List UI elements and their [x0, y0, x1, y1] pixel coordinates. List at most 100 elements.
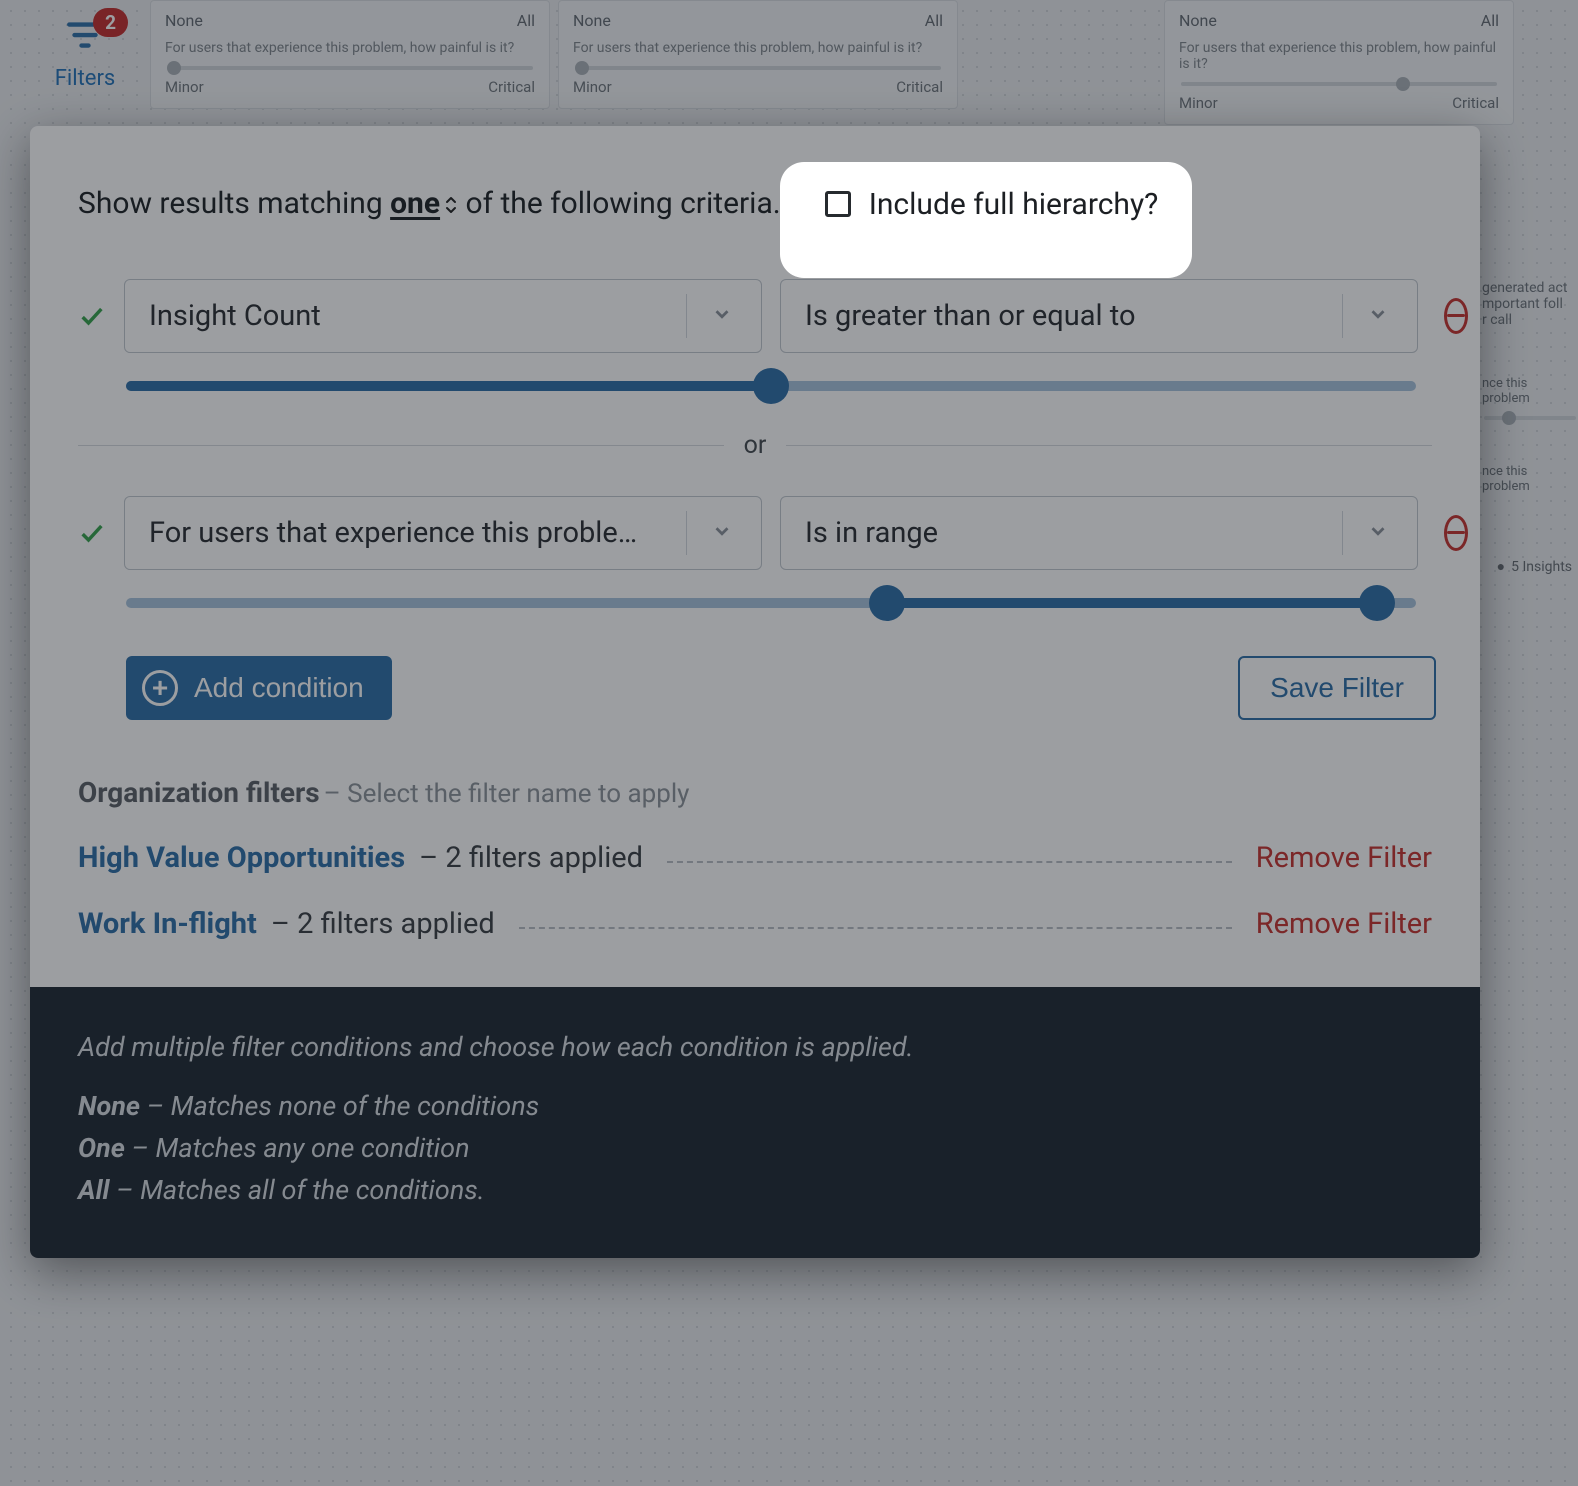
bg-fragment-slider — [1484, 416, 1576, 420]
chevron-down-icon — [711, 516, 733, 550]
match-mode-suffix: of the following criteria. — [458, 186, 781, 221]
bg-card-bottom-left: Minor — [573, 78, 612, 96]
save-filter-button[interactable]: Save Filter — [1238, 656, 1436, 720]
match-mode-prefix: Show results matching — [78, 186, 390, 221]
condition-operator-select[interactable]: Is in range — [780, 496, 1418, 570]
slider-thumb-low[interactable] — [869, 585, 905, 621]
org-filter-row: High Value Opportunities – 2 filters app… — [78, 841, 1432, 875]
condition-slider[interactable] — [126, 381, 1416, 391]
bg-card-top-right: All — [1481, 11, 1499, 30]
bg-card-question: For users that experience this problem, … — [1179, 40, 1499, 72]
bg-insights-chip: ● 5 Insights — [1497, 558, 1572, 575]
help-none-desc: – Matches none of the conditions — [140, 1090, 539, 1122]
separator-label: or — [724, 431, 787, 460]
select-separator — [686, 511, 687, 555]
modal-button-row: + Add condition Save Filter — [126, 656, 1436, 720]
slider-thumb-high[interactable] — [1359, 585, 1395, 621]
bg-card-slider — [167, 66, 533, 70]
filter-icon: 2 — [60, 14, 110, 54]
bg-card: None All For users that experience this … — [150, 0, 550, 109]
help-one: One – Matches any one condition — [78, 1128, 1432, 1170]
chevron-down-icon — [1367, 516, 1389, 550]
add-condition-button[interactable]: + Add condition — [126, 656, 392, 720]
slider-fill — [126, 381, 771, 391]
condition-operator-select[interactable]: Is greater than or equal to — [780, 279, 1418, 353]
bg-fragment-text: mportant foll — [1482, 296, 1578, 312]
minus-icon — [1447, 314, 1465, 317]
bg-card: None All For users that experience this … — [558, 0, 958, 109]
help-one-kw: One — [78, 1132, 125, 1164]
include-hierarchy-toggle[interactable]: Include full hierarchy? — [825, 187, 1159, 222]
condition-field-value: Insight Count — [149, 299, 321, 333]
org-filter-count: – 2 filters applied — [271, 907, 495, 941]
condition-field-select[interactable]: For users that experience this problem… — [124, 496, 762, 570]
bg-card-bottom-right: Critical — [488, 78, 535, 96]
help-all-desc: – Matches all of the conditions. — [109, 1174, 484, 1206]
updown-icon — [444, 188, 458, 223]
help-all-kw: All — [78, 1174, 109, 1206]
filters-toggle[interactable]: 2 Filters — [40, 14, 130, 91]
minus-icon — [1447, 531, 1465, 534]
org-filter-count: – 2 filters applied — [419, 841, 643, 875]
bg-card-top-right: All — [517, 11, 535, 30]
org-filters-heading: Organization filters — [78, 776, 320, 809]
org-filter-name[interactable]: Work In-flight — [78, 907, 257, 941]
condition-operator-value: Is greater than or equal to — [805, 299, 1136, 333]
bg-fragment-text: nce this problem — [1482, 464, 1578, 494]
select-separator — [1342, 511, 1343, 555]
help-none: None – Matches none of the conditions — [78, 1086, 1432, 1128]
add-condition-label: Add condition — [194, 672, 364, 704]
bg-fragment: generated act mportant foll r call nce t… — [1482, 280, 1578, 494]
help-none-kw: None — [78, 1090, 140, 1122]
filters-badge: 2 — [93, 8, 128, 37]
bg-card-top-right: All — [925, 11, 943, 30]
condition-field-value: For users that experience this problem… — [149, 516, 659, 550]
modal-header-row: Show results matching one of the followi… — [78, 186, 1432, 223]
remove-condition-button[interactable] — [1444, 298, 1468, 334]
remove-condition-button[interactable] — [1444, 515, 1468, 551]
org-filters-subtitle: – Select the filter name to apply — [324, 779, 690, 809]
include-hierarchy-label: Include full hierarchy? — [869, 187, 1159, 222]
condition-valid-icon — [78, 302, 106, 330]
select-separator — [686, 294, 687, 338]
bg-card-slider — [1181, 82, 1497, 86]
match-mode-selector[interactable]: one — [390, 186, 458, 221]
filters-label: Filters — [40, 66, 130, 91]
bg-insights-text: 5 Insights — [1511, 559, 1572, 575]
match-mode-sentence: Show results matching one of the followi… — [78, 186, 781, 223]
chevron-down-icon — [711, 299, 733, 333]
condition-row: For users that experience this problem… … — [78, 496, 1432, 570]
bg-card-bottom-left: Minor — [1179, 94, 1218, 112]
condition-operator-value: Is in range — [805, 516, 938, 550]
dashed-divider — [667, 861, 1232, 863]
help-one-desc: – Matches any one condition — [125, 1132, 470, 1164]
org-filters-heading-row: Organization filters – Select the filter… — [78, 776, 1432, 809]
filter-modal: Show results matching one of the followi… — [30, 126, 1480, 1258]
condition-range-slider[interactable] — [126, 598, 1416, 608]
bg-card-top-left: None — [573, 11, 611, 30]
condition-valid-icon — [78, 519, 106, 547]
bg-card-question: For users that experience this problem, … — [573, 40, 943, 56]
condition-separator: or — [78, 431, 1432, 460]
org-filters-section: Organization filters – Select the filter… — [78, 776, 1432, 941]
bg-card: None All For users that experience this … — [1164, 0, 1514, 125]
lightbulb-icon: ● — [1497, 558, 1505, 575]
bg-card-question: For users that experience this problem, … — [165, 40, 535, 56]
checkbox-icon — [825, 191, 851, 217]
org-filter-remove[interactable]: Remove Filter — [1256, 907, 1432, 941]
bg-card-slider — [575, 66, 941, 70]
org-filter-name[interactable]: High Value Opportunities — [78, 841, 405, 875]
org-filter-remove[interactable]: Remove Filter — [1256, 841, 1432, 875]
slider-thumb[interactable] — [753, 368, 789, 404]
bg-card-bottom-right: Critical — [1452, 94, 1499, 112]
bg-card-bottom-left: Minor — [165, 78, 204, 96]
help-all: All – Matches all of the conditions. — [78, 1170, 1432, 1212]
modal-help-footer: Add multiple filter conditions and choos… — [30, 987, 1480, 1258]
org-filter-row: Work In-flight – 2 filters applied Remov… — [78, 907, 1432, 941]
condition-row: Insight Count Is greater than or equal t… — [78, 279, 1432, 353]
select-separator — [1342, 294, 1343, 338]
separator-line — [786, 445, 1432, 446]
chevron-down-icon — [1367, 299, 1389, 333]
condition-field-select[interactable]: Insight Count — [124, 279, 762, 353]
bg-card-top-left: None — [1179, 11, 1217, 30]
